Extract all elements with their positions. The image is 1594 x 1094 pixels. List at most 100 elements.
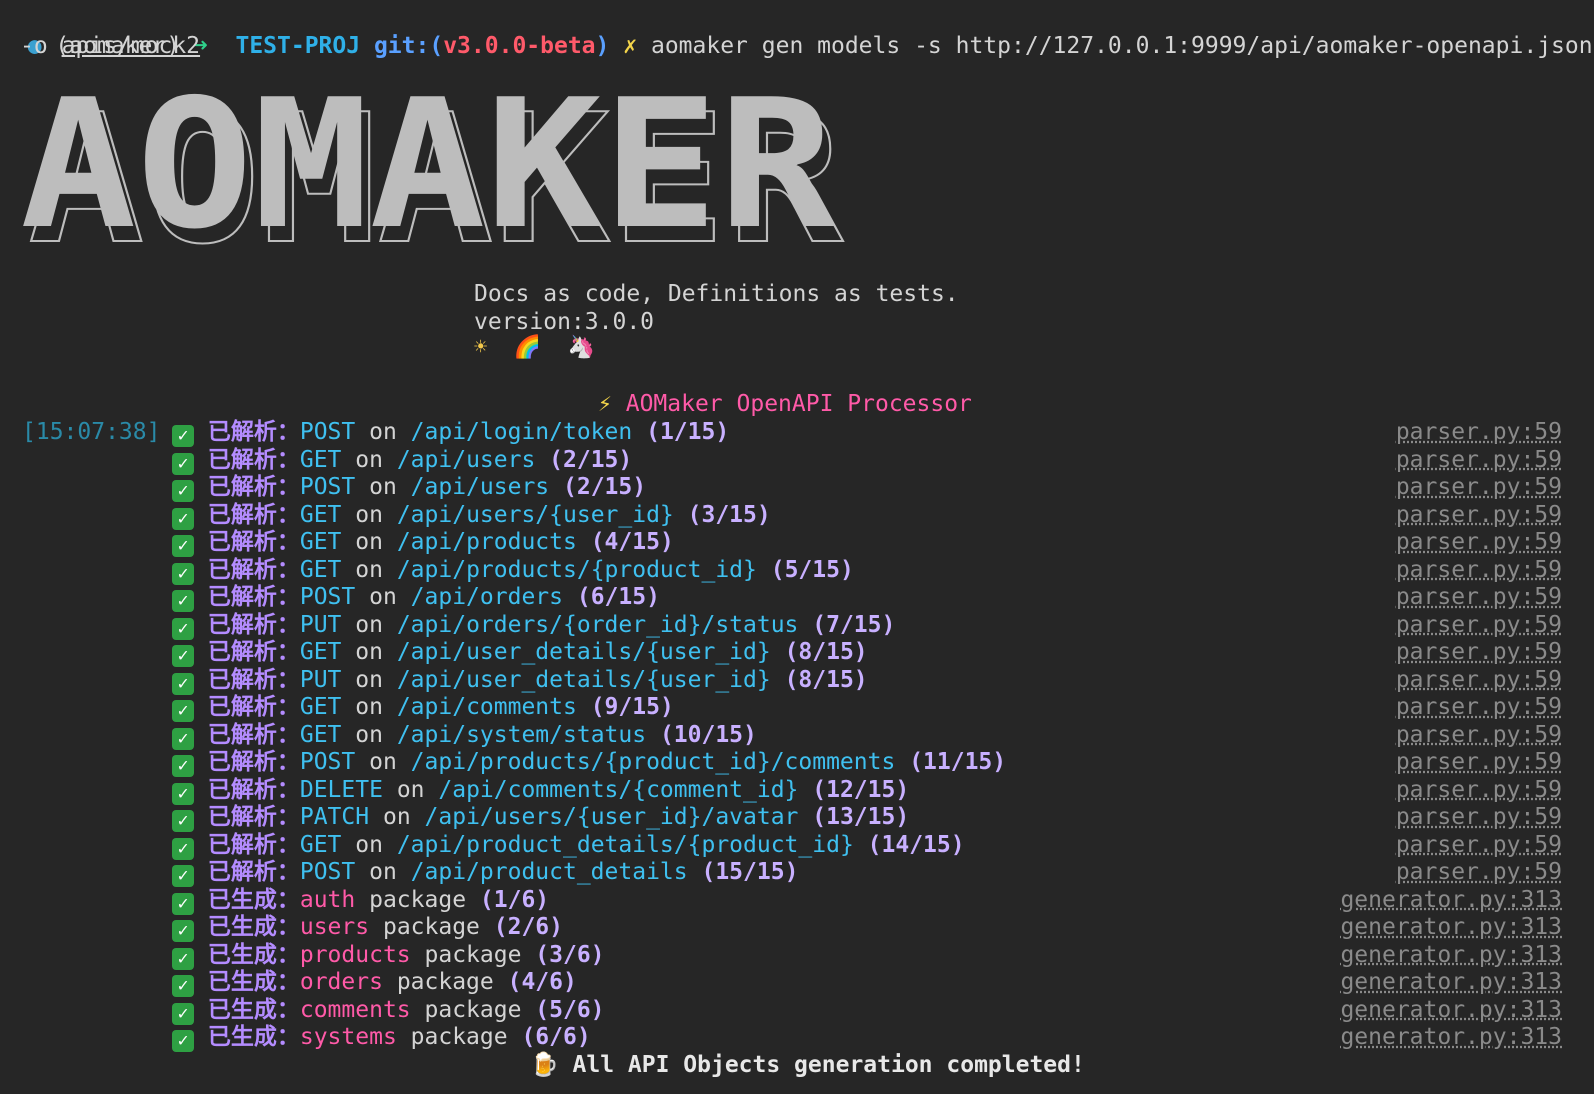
check-icon: ✓	[172, 947, 194, 970]
progress-count: (11/15)	[909, 749, 1007, 775]
log-source-link[interactable]: parser.py:59	[1396, 638, 1562, 666]
command-text: aomaker gen models -s http://127.0.0.1:9…	[650, 33, 1593, 59]
http-method: POST	[299, 474, 356, 500]
command-output-path[interactable]: apis/mock2	[62, 33, 200, 59]
progress-count: (12/15)	[812, 776, 910, 803]
log-source-link[interactable]: generator.py:313	[1340, 1023, 1562, 1051]
on-word: on	[355, 501, 383, 528]
http-method: GET	[299, 639, 342, 665]
progress-count: (8/15)	[784, 639, 868, 665]
check-icon: ✓	[172, 562, 194, 585]
check-icon: ✓	[172, 425, 194, 447]
command-flag: -o	[20, 33, 48, 59]
log-source-link[interactable]: generator.py:313	[1340, 886, 1562, 914]
banner-version: version:3.0.0	[474, 309, 655, 335]
log-source-link[interactable]: generator.py:313	[1340, 913, 1562, 941]
parsed-label: 已解析：	[207, 584, 300, 610]
log-source-link[interactable]: parser.py:59	[1396, 418, 1562, 446]
progress-count: (3/6)	[535, 941, 605, 968]
check-icon: ✓	[172, 727, 194, 750]
log-source-link[interactable]: parser.py:59	[1396, 721, 1562, 749]
progress-count: (8/15)	[784, 666, 868, 693]
processor-title-line: ⚡ AOMaker OpenAPI Processor	[598, 390, 972, 418]
parsed-label: 已解析：	[207, 639, 300, 665]
log-source-link[interactable]: parser.py:59	[1396, 583, 1562, 611]
progress-count: (5/15)	[770, 556, 854, 583]
log-source-link[interactable]: generator.py:313	[1340, 996, 1562, 1024]
api-path: /api/orders	[410, 584, 563, 610]
check-icon: ✓	[172, 1002, 194, 1025]
package-word: package	[396, 969, 494, 995]
api-path: /api/user_details/{user_id}	[396, 666, 771, 693]
dirty-mark-icon: ✗	[623, 33, 638, 59]
log-source-link[interactable]: parser.py:59	[1396, 528, 1562, 556]
processor-title: AOMaker OpenAPI Processor	[625, 391, 972, 417]
on-word: on	[369, 749, 397, 775]
api-path: /api/users/{user_id}	[396, 501, 674, 528]
on-word: on	[355, 831, 383, 858]
check-icon: ✓	[172, 1030, 194, 1052]
check-icon: ✓	[172, 700, 194, 722]
api-path: /api/users	[396, 446, 536, 473]
parsed-label: 已解析：	[207, 694, 300, 720]
log-source-link[interactable]: generator.py:313	[1340, 941, 1562, 969]
check-icon: ✓	[172, 645, 194, 667]
parsed-label: 已解析：	[207, 501, 300, 528]
progress-count: (15/15)	[701, 859, 799, 885]
progress-count: (6/6)	[521, 1024, 591, 1050]
api-path: /api/product_details/{product_id}	[396, 831, 854, 858]
http-method: POST	[299, 859, 356, 885]
log-source-link[interactable]: parser.py:59	[1396, 446, 1562, 474]
package-name: comments	[299, 996, 411, 1023]
completion-line: 🍺 All API Objects generation completed!	[530, 1051, 1085, 1079]
progress-count: (1/15)	[646, 419, 730, 445]
http-method: POST	[299, 584, 356, 610]
progress-count: (10/15)	[659, 721, 757, 748]
check-icon: ✓	[172, 617, 194, 640]
progress-count: (4/15)	[590, 529, 674, 555]
http-method: GET	[299, 556, 342, 583]
package-name: users	[299, 914, 370, 940]
banner-tagline: Docs as code, Definitions as tests.	[474, 281, 959, 307]
log-source-link[interactable]: parser.py:59	[1396, 748, 1562, 776]
http-method: GET	[299, 529, 342, 555]
package-name: orders	[299, 969, 383, 995]
log-source-link[interactable]: parser.py:59	[1396, 803, 1562, 831]
progress-count: (14/15)	[867, 831, 965, 858]
parsed-label: 已解析：	[207, 529, 300, 555]
package-word: package	[369, 886, 467, 913]
log-source-link[interactable]: generator.py:313	[1340, 968, 1562, 996]
on-word: on	[355, 611, 383, 638]
check-icon: ✓	[172, 782, 194, 805]
api-path: /api/product_details	[410, 859, 688, 885]
generated-label: 已生成：	[207, 914, 300, 940]
log-source-link[interactable]: parser.py:59	[1396, 611, 1562, 639]
progress-count: (13/15)	[812, 804, 910, 830]
http-method: POST	[299, 749, 356, 775]
log-source-link[interactable]: parser.py:59	[1396, 858, 1562, 886]
check-icon: ✓	[172, 837, 194, 860]
on-word: on	[396, 776, 425, 803]
http-method: GET	[299, 501, 342, 528]
check-icon: ✓	[172, 535, 194, 557]
log-source-link[interactable]: parser.py:59	[1396, 776, 1562, 804]
parsed-label: 已解析：	[207, 749, 300, 775]
api-path: /api/products/{product_id}/comments	[410, 749, 896, 775]
parsed-label: 已解析：	[207, 446, 300, 473]
log-source-link[interactable]: parser.py:59	[1396, 666, 1562, 694]
log-source-link[interactable]: parser.py:59	[1396, 693, 1562, 721]
log-source-link[interactable]: parser.py:59	[1396, 501, 1562, 529]
log-source-link[interactable]: parser.py:59	[1396, 473, 1562, 501]
http-method: GET	[299, 721, 342, 748]
check-icon: ✓	[172, 892, 194, 915]
log-source-link[interactable]: parser.py:59	[1396, 556, 1562, 584]
parsed-label: 已解析：	[207, 721, 300, 748]
log-source-link[interactable]: parser.py:59	[1396, 831, 1562, 859]
prompt-line: ● (aomaker) ➜ TEST-PROJ git:(v3.0.0-beta…	[0, 4, 1593, 60]
parsed-label: 已解析：	[207, 804, 300, 830]
http-method: GET	[299, 446, 342, 473]
package-name: products	[299, 941, 411, 968]
on-word: on	[382, 804, 411, 830]
http-method: POST	[299, 419, 356, 445]
check-icon: ✓	[172, 920, 194, 942]
